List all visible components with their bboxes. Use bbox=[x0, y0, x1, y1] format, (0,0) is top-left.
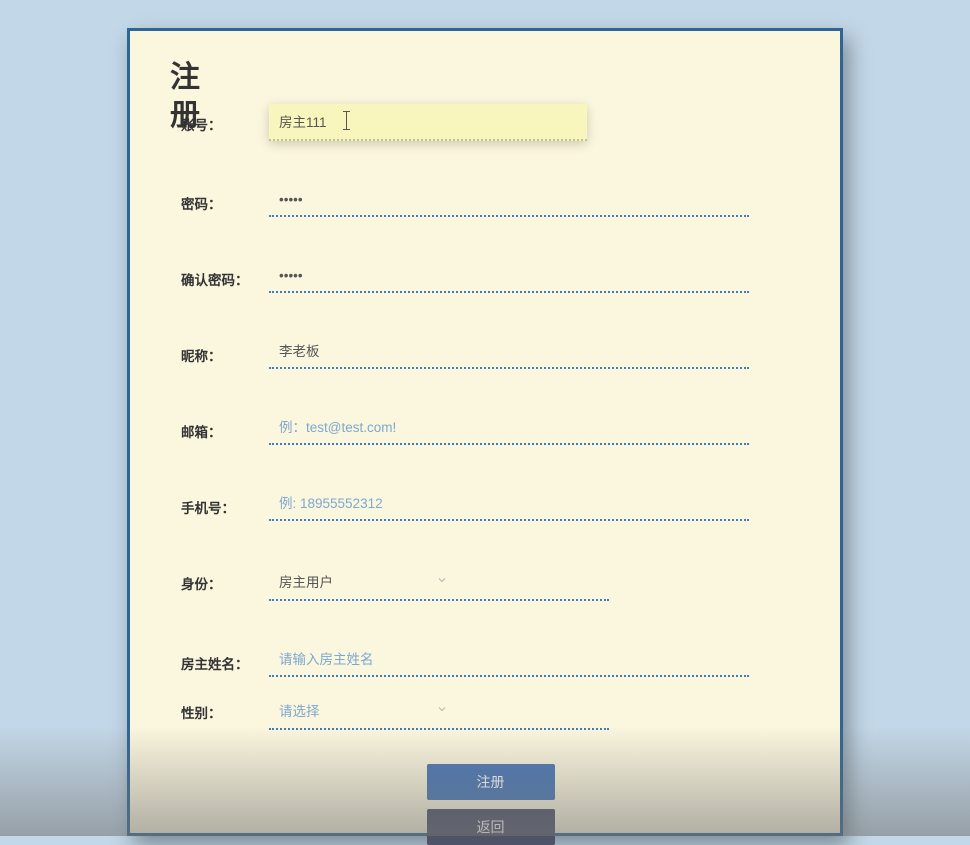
label-account: 账号： bbox=[181, 104, 269, 134]
label-phone: 手机号： bbox=[181, 487, 269, 517]
label-role: 身份： bbox=[181, 563, 269, 593]
label-confirm: 确认密码： bbox=[181, 259, 269, 289]
account-autofill-box[interactable] bbox=[269, 104, 587, 141]
role-select-inner: 房主用户 bbox=[273, 571, 448, 591]
nickname-input[interactable] bbox=[273, 343, 745, 358]
phone-input[interactable] bbox=[273, 496, 745, 511]
row-password: 密码： bbox=[181, 183, 800, 217]
email-input[interactable] bbox=[273, 420, 745, 435]
register-card: 注册 账号： 密码： 确认密码： bbox=[127, 28, 843, 836]
row-owner-name: 房主姓名： bbox=[181, 643, 800, 677]
email-field[interactable] bbox=[269, 411, 749, 445]
role-field-wrap: 房主用户 bbox=[269, 563, 749, 601]
role-select[interactable]: 房主用户 bbox=[269, 563, 609, 601]
email-field-wrap bbox=[269, 411, 749, 445]
label-gender: 性别： bbox=[181, 692, 269, 722]
password-input[interactable] bbox=[273, 192, 745, 207]
nickname-field[interactable] bbox=[269, 335, 749, 370]
row-role: 身份： 房主用户 bbox=[181, 563, 800, 601]
account-input[interactable] bbox=[279, 113, 577, 128]
owner-name-input[interactable] bbox=[273, 652, 745, 667]
password-field-wrap bbox=[269, 183, 749, 217]
confirm-field[interactable] bbox=[269, 259, 749, 293]
row-confirm: 确认密码： bbox=[181, 259, 800, 293]
gender-placeholder: 请选择 bbox=[273, 700, 436, 720]
row-account: 账号： bbox=[181, 104, 800, 141]
phone-field[interactable] bbox=[269, 487, 749, 521]
owner-name-field[interactable] bbox=[269, 643, 749, 677]
confirm-input[interactable] bbox=[273, 268, 745, 283]
label-password: 密码： bbox=[181, 183, 269, 213]
button-group: 注册 返回 bbox=[181, 764, 800, 845]
account-field-wrap bbox=[269, 104, 587, 141]
row-email: 邮箱： bbox=[181, 411, 800, 445]
back-button[interactable]: 返回 bbox=[427, 809, 555, 845]
gender-select[interactable]: 请选择 bbox=[269, 692, 609, 730]
role-value: 房主用户 bbox=[273, 571, 436, 591]
chevron-down-icon[interactable] bbox=[436, 702, 448, 718]
row-phone: 手机号： bbox=[181, 487, 800, 521]
row-nickname: 昵称： bbox=[181, 335, 800, 370]
password-field[interactable] bbox=[269, 183, 749, 217]
gender-field-wrap: 请选择 bbox=[269, 692, 749, 730]
register-form: 账号： 密码： 确认密码： bbox=[170, 104, 800, 845]
submit-button[interactable]: 注册 bbox=[427, 764, 555, 800]
label-owner-name: 房主姓名： bbox=[181, 643, 269, 673]
label-email: 邮箱： bbox=[181, 411, 269, 441]
label-nickname: 昵称： bbox=[181, 335, 269, 365]
owner-name-field-wrap bbox=[269, 643, 749, 677]
row-gender: 性别： 请选择 bbox=[181, 692, 800, 730]
nickname-field-wrap bbox=[269, 335, 749, 370]
confirm-field-wrap bbox=[269, 259, 749, 293]
chevron-down-icon[interactable] bbox=[436, 573, 448, 589]
phone-field-wrap bbox=[269, 487, 749, 521]
gender-select-inner: 请选择 bbox=[273, 700, 448, 720]
